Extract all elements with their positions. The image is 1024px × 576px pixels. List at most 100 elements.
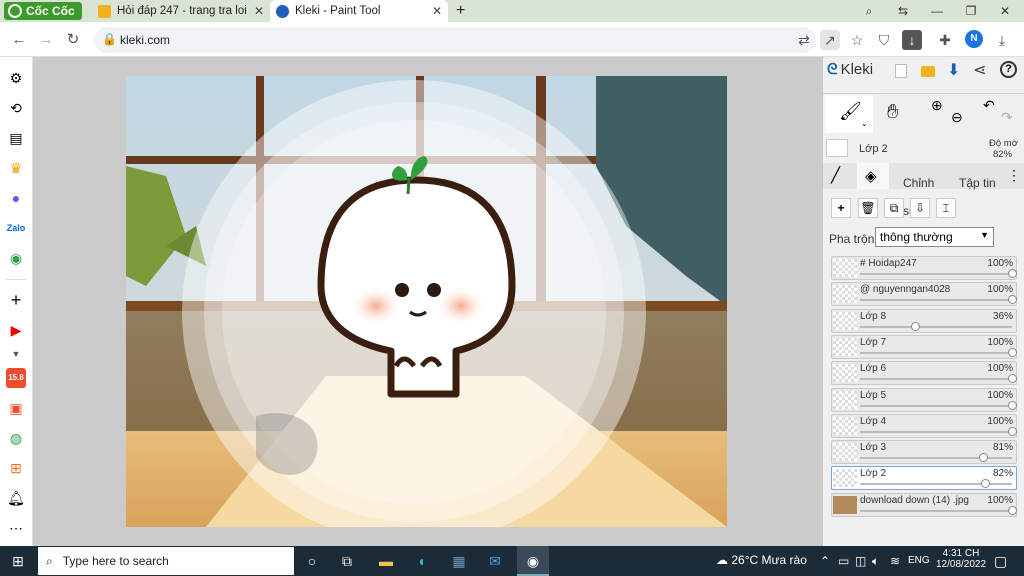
zoom-in-icon[interactable]: ⊕: [931, 97, 943, 114]
opacity-slider[interactable]: [860, 400, 1017, 410]
shopee-icon[interactable]: 15.8: [6, 368, 26, 388]
cortana-icon[interactable]: ○: [302, 551, 322, 571]
opacity-slider-knob[interactable]: [1008, 400, 1017, 410]
tiki-icon[interactable]: ⊞: [6, 458, 26, 478]
save-download-icon[interactable]: ⬇: [947, 60, 960, 80]
opacity-slider[interactable]: [860, 269, 1017, 278]
layer-row[interactable]: Lớp 3 81%: [831, 440, 1017, 465]
bookmark-icon[interactable]: ☆: [847, 30, 867, 50]
opacity-slider-knob[interactable]: [1008, 295, 1017, 305]
opacity-slider[interactable]: [860, 321, 1012, 331]
reload-icon[interactable]: ↻: [63, 30, 83, 50]
taskbar-search[interactable]: ⌕ Type here to search: [38, 547, 294, 575]
battery-icon[interactable]: ▭: [838, 554, 849, 568]
add-icon[interactable]: +: [6, 290, 26, 310]
minimize-button[interactable]: —: [922, 2, 952, 20]
opacity-slider-knob[interactable]: [979, 453, 989, 463]
download-page-icon[interactable]: ↓: [902, 30, 922, 50]
open-folder-icon[interactable]: [921, 66, 935, 77]
url-field[interactable]: 🔒 kleki.com: [94, 27, 816, 53]
messenger-icon[interactable]: ●: [6, 188, 26, 208]
opacity-slider[interactable]: [860, 505, 1017, 515]
drawing-stage[interactable]: [33, 57, 822, 546]
brush-tool-button[interactable]: 🖌︎ ⌄: [825, 95, 873, 133]
map-icon[interactable]: ◍: [6, 428, 26, 448]
rename-layer-button[interactable]: ⌶: [936, 198, 956, 218]
opacity-slider[interactable]: [860, 426, 1017, 436]
layer-row[interactable]: download down (14) .jpg 100%: [831, 492, 1017, 517]
back-icon[interactable]: ←: [9, 30, 29, 50]
downloads-icon[interactable]: ⤓: [992, 30, 1012, 50]
close-icon[interactable]: ✕: [254, 4, 264, 18]
crown-icon[interactable]: ♛: [6, 158, 26, 178]
layer-row[interactable]: @ nguyenngan4028 100%: [831, 282, 1017, 307]
wifi-icon[interactable]: ≋: [890, 554, 900, 568]
notifications-icon[interactable]: ▢: [994, 553, 1007, 570]
tab-brush-icon[interactable]: ╱: [831, 166, 840, 184]
new-file-icon[interactable]: [895, 64, 907, 78]
more-icon[interactable]: ⋯: [6, 518, 26, 538]
notification-icon[interactable]: 🔔︎: [6, 488, 26, 508]
opacity-slider-knob[interactable]: [980, 479, 990, 489]
opacity-slider-knob[interactable]: [1008, 374, 1017, 384]
blend-select[interactable]: thông thường ▼: [875, 227, 994, 247]
opacity-slider-knob[interactable]: [1008, 269, 1017, 278]
layer-row[interactable]: Lớp 8 36%: [831, 308, 1017, 333]
layer-row[interactable]: Lớp 5 100%: [831, 387, 1017, 412]
undo-icon[interactable]: ↶: [983, 97, 995, 114]
youtube-icon[interactable]: ▶: [6, 320, 26, 340]
gift-icon[interactable]: ▣: [6, 398, 26, 418]
gamepad-icon[interactable]: ◉: [6, 248, 26, 268]
new-tab-button[interactable]: +: [450, 0, 471, 22]
task-view-icon[interactable]: ⧉: [337, 551, 357, 571]
forward-icon[interactable]: →: [36, 30, 56, 50]
hand-tool-icon[interactable]: ✋︎: [887, 101, 898, 124]
extensions-icon[interactable]: ✚: [935, 30, 955, 50]
search-tabs-icon[interactable]: ⌕: [854, 2, 884, 20]
zoom-out-icon[interactable]: ⊖: [951, 109, 963, 126]
zalo-icon[interactable]: Zalo: [6, 218, 26, 238]
help-icon[interactable]: ?: [1000, 61, 1017, 78]
weather-widget[interactable]: ☁ 26°C Mưa rào: [716, 553, 807, 567]
close-window-button[interactable]: ✕: [990, 2, 1020, 20]
delete-layer-button[interactable]: 🗑︎: [858, 198, 878, 218]
more-vertical-icon[interactable]: ⋮: [1007, 167, 1021, 184]
store-icon[interactable]: ▦: [449, 551, 469, 571]
clock[interactable]: 4:31 CH 12/08/2022: [936, 548, 986, 570]
opacity-slider[interactable]: [860, 347, 1017, 357]
layer-row[interactable]: # Hoidap247 100%: [831, 256, 1017, 280]
language-indicator[interactable]: ENG: [908, 555, 930, 566]
opacity-slider-knob[interactable]: [1008, 347, 1017, 357]
history-icon[interactable]: ⟲: [6, 98, 26, 118]
maximize-button[interactable]: ❐: [956, 2, 986, 20]
opacity-slider-knob[interactable]: [1008, 505, 1017, 515]
redo-icon[interactable]: ↷: [1001, 109, 1013, 126]
tab-hoidap[interactable]: Hỏi đáp 247 - trang tra loi ✕: [92, 0, 270, 22]
network-icon[interactable]: ◫: [855, 554, 866, 568]
mail-icon[interactable]: ✉: [485, 551, 505, 571]
duplicate-layer-button[interactable]: ⧉: [884, 198, 904, 218]
windows-start-icon[interactable]: ⊞: [8, 551, 28, 571]
merge-layer-button[interactable]: ⇩: [910, 198, 930, 218]
opacity-slider[interactable]: [860, 374, 1017, 384]
volume-icon[interactable]: 🔈︎: [872, 554, 879, 569]
coccoc-taskbar-icon[interactable]: ◉: [517, 546, 549, 576]
close-icon[interactable]: ✕: [432, 4, 442, 18]
tray-chevron-icon[interactable]: ⌃: [820, 554, 830, 568]
opacity-slider-knob[interactable]: [910, 321, 920, 331]
tab-file[interactable]: Tập tin: [959, 169, 999, 197]
settings-icon[interactable]: ⚙: [6, 68, 26, 88]
opacity-slider[interactable]: [860, 479, 1012, 489]
file-explorer-icon[interactable]: ▬: [376, 551, 396, 571]
opacity-slider[interactable]: [860, 295, 1017, 305]
tab-kleki[interactable]: Kleki - Paint Tool ✕: [270, 0, 448, 22]
shield-icon[interactable]: ⛉: [874, 30, 894, 50]
canvas-artwork[interactable]: [126, 76, 727, 527]
profile-avatar[interactable]: N: [965, 30, 983, 48]
layer-row[interactable]: Lớp 2 82%: [831, 466, 1017, 491]
translate-icon[interactable]: ⇄: [794, 30, 814, 50]
browser-logo[interactable]: Cốc Cốc: [4, 2, 82, 20]
share-icon[interactable]: ↗: [820, 30, 840, 50]
add-layer-button[interactable]: +: [831, 198, 851, 218]
chevron-down-icon[interactable]: ⌄: [861, 119, 868, 128]
